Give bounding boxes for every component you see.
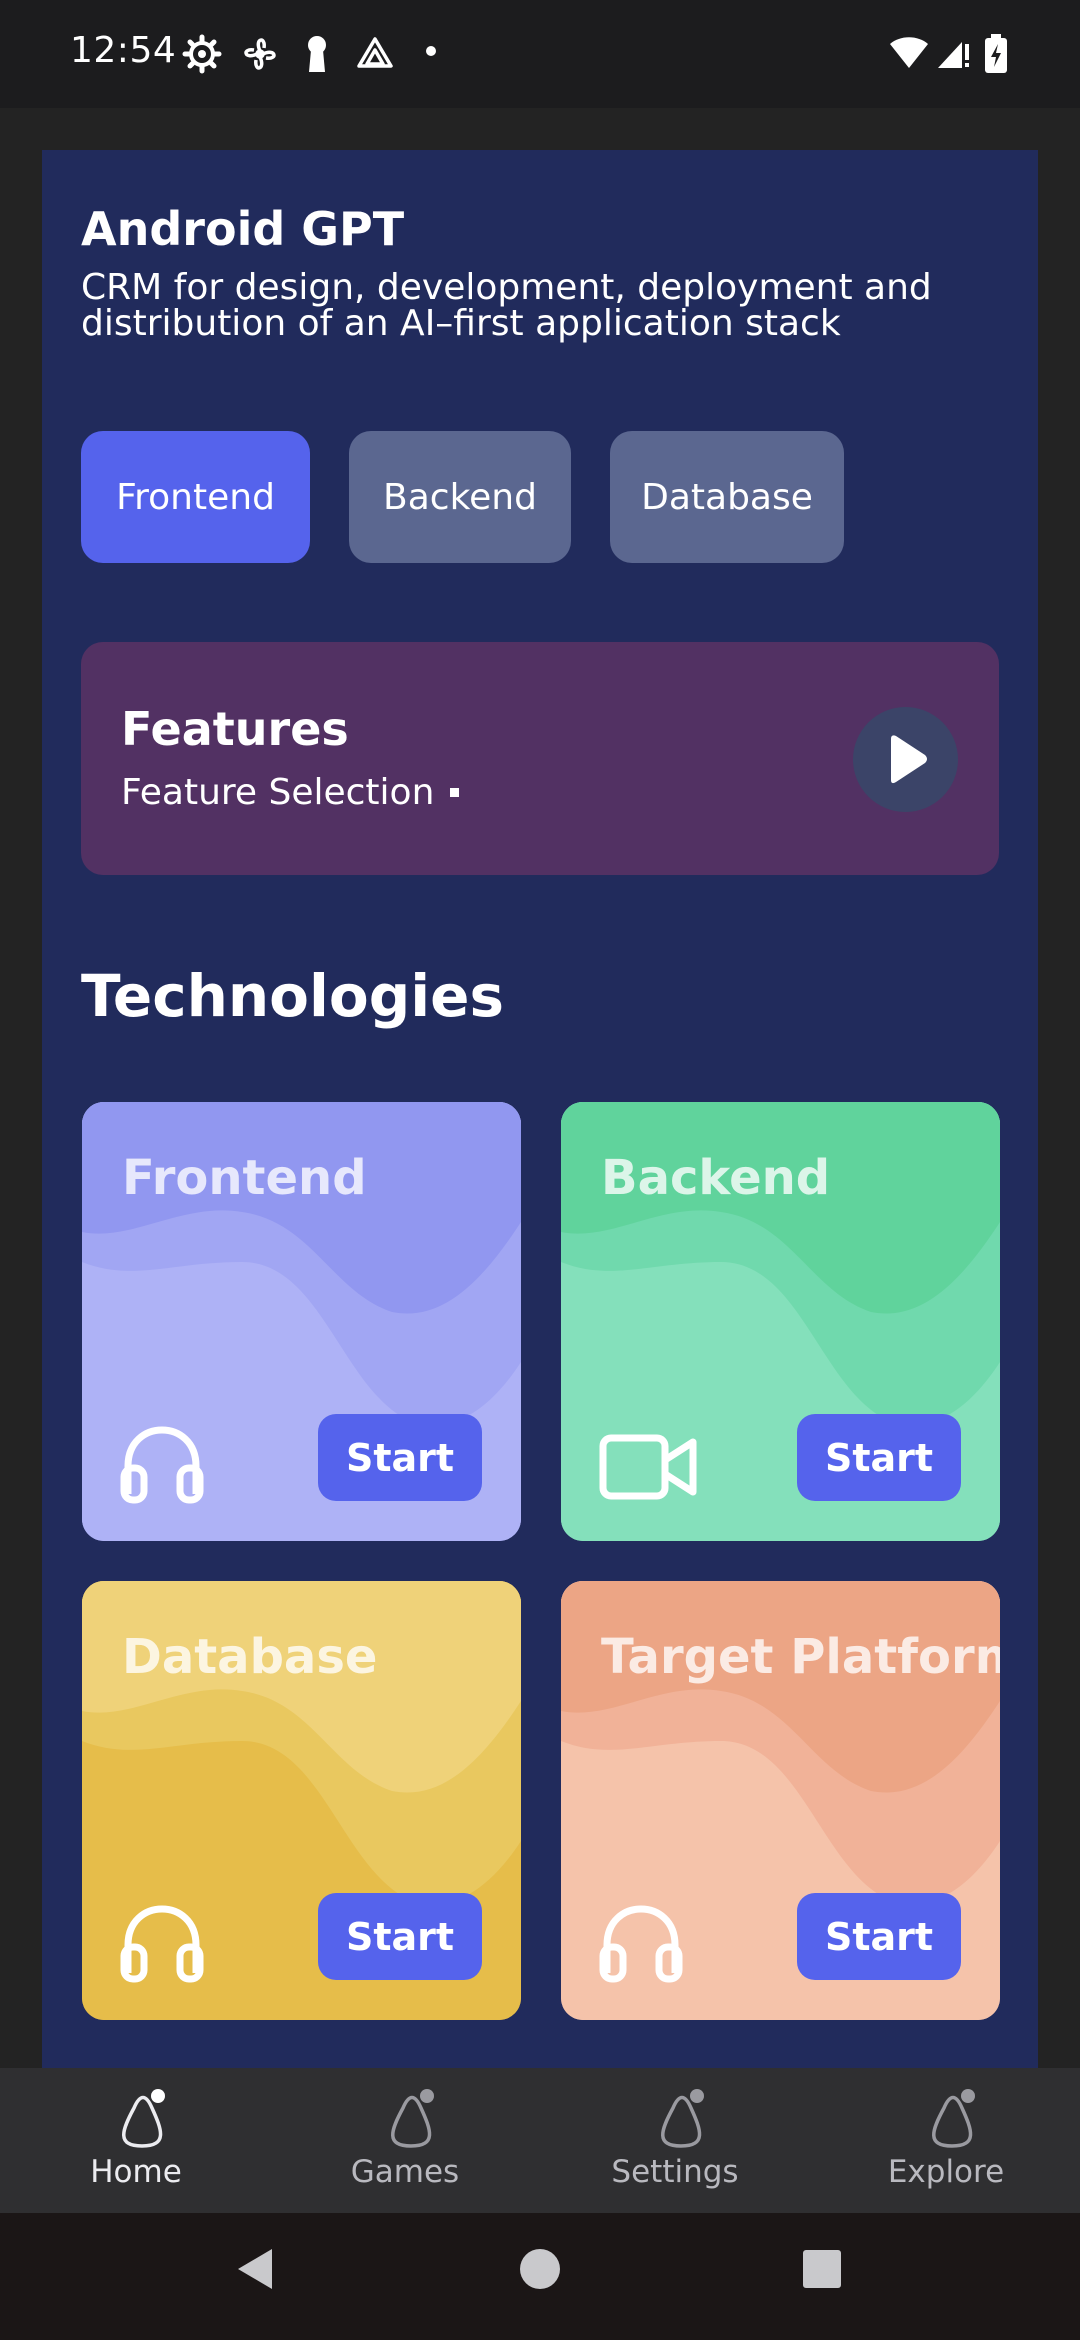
- wifi-icon: [888, 34, 930, 72]
- nav-item-settings[interactable]: Settings: [575, 2068, 775, 2213]
- bottom-nav: Home Games Settings Explore: [0, 2068, 1080, 2213]
- play-button[interactable]: [853, 707, 958, 812]
- tech-card-title: Frontend: [122, 1150, 367, 1206]
- back-icon[interactable]: [234, 2245, 276, 2297]
- nav-label: Games: [350, 2154, 460, 2190]
- cell-signal-icon: [936, 34, 972, 72]
- features-card[interactable]: Features Feature Selection: [81, 642, 999, 875]
- nav-label: Explore: [887, 2154, 1005, 2190]
- nav-label: Settings: [611, 2154, 739, 2190]
- settings-nav-icon: [661, 2089, 704, 2148]
- start-button[interactable]: Start: [318, 1414, 482, 1501]
- features-subtitle-text: Feature Selection: [121, 772, 435, 813]
- start-button[interactable]: Start: [797, 1414, 961, 1501]
- status-time: 12:54: [70, 30, 177, 71]
- headphones-icon: [120, 1426, 204, 1504]
- start-button[interactable]: Start: [797, 1893, 961, 1980]
- start-button[interactable]: Start: [318, 1893, 482, 1980]
- headphones-icon: [599, 1905, 683, 1983]
- home-icon[interactable]: [518, 2245, 562, 2297]
- nav-item-explore[interactable]: Explore: [846, 2068, 1046, 2213]
- recents-icon[interactable]: [800, 2245, 844, 2297]
- tech-card-backend[interactable]: Backend Start: [561, 1102, 1000, 1541]
- fan-icon: [240, 34, 280, 74]
- features-subtitle: Feature Selection: [121, 772, 460, 813]
- tech-card-title: Target Platform: [601, 1629, 1000, 1685]
- tab-frontend[interactable]: Frontend: [81, 431, 310, 563]
- tech-card-database[interactable]: Database Start: [82, 1581, 521, 2020]
- home-nav-icon: [122, 2089, 165, 2148]
- nav-item-games[interactable]: Games: [305, 2068, 505, 2213]
- nav-label: Home: [90, 2154, 182, 2190]
- drive-icon: [355, 34, 395, 74]
- tech-card-frontend[interactable]: Frontend Start: [82, 1102, 521, 1541]
- main-panel: Android GPT CRM for design, development,…: [42, 150, 1038, 2068]
- system-nav-bar: [0, 2213, 1080, 2340]
- features-title: Features: [121, 702, 349, 756]
- app-title: Android GPT: [81, 202, 405, 256]
- gear-icon: [182, 34, 222, 74]
- play-icon: [891, 735, 927, 784]
- keyhole-icon: [302, 34, 332, 74]
- tech-card-target-platform[interactable]: Target Platform Start: [561, 1581, 1000, 2020]
- tech-card-title: Database: [122, 1629, 378, 1685]
- headphones-icon: [120, 1905, 204, 1983]
- battery-charging-icon: [984, 34, 1008, 74]
- tab-backend[interactable]: Backend: [349, 431, 571, 563]
- games-nav-icon: [391, 2089, 434, 2148]
- tech-card-title: Backend: [601, 1150, 831, 1206]
- status-bar: 12:54: [0, 0, 1080, 108]
- explore-nav-icon: [932, 2089, 975, 2148]
- section-title-technologies: Technologies: [81, 962, 504, 1030]
- nav-item-home[interactable]: Home: [36, 2068, 236, 2213]
- bullet-dot: [450, 787, 460, 797]
- app-subtitle: CRM for design, development, deployment …: [81, 267, 932, 344]
- tab-database[interactable]: Database: [610, 431, 844, 563]
- dot-icon: [424, 44, 438, 58]
- video-camera-icon: [599, 1434, 697, 1500]
